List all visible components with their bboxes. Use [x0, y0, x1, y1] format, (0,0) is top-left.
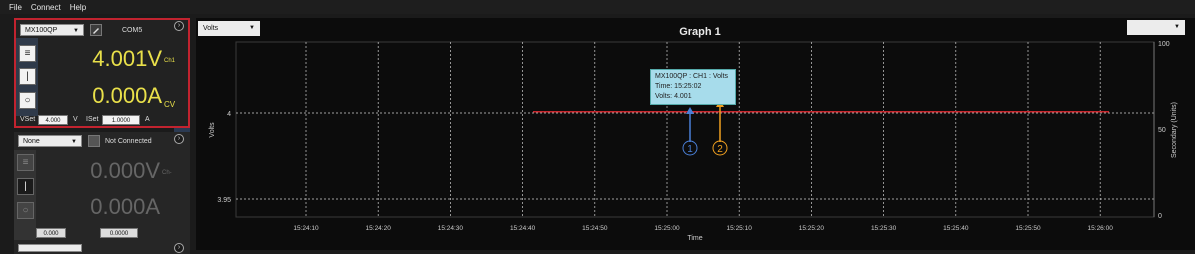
y2tick-100: 100 — [1158, 41, 1170, 48]
ytick-395: 3.95 — [217, 197, 231, 204]
y2tick-0: 0 — [1158, 213, 1162, 220]
xtick-label: 15:24:10 — [293, 225, 319, 232]
x-axis-label: Time — [687, 235, 702, 242]
xtick-label: 15:26:00 — [1088, 225, 1114, 232]
data-point-tooltip: MX100QP : CH1 : Volts Time: 15:25:02 Vol… — [650, 69, 736, 105]
y2-axis-label: Secondary (Units) — [1171, 102, 1178, 158]
y-axis-label: Volts — [209, 122, 216, 138]
tooltip-line-3: Volts: 4.001 — [655, 93, 692, 100]
xtick-label: 15:24:20 — [366, 225, 392, 232]
tooltip-line-2: Time: 15:25:02 — [655, 83, 702, 90]
y2tick-50: 50 — [1158, 127, 1166, 134]
xtick-label: 15:24:50 — [582, 225, 608, 232]
xtick-label: 15:25:20 — [799, 225, 825, 232]
xtick-label: 15:25:40 — [943, 225, 969, 232]
xtick-label: 15:25:00 — [654, 225, 680, 232]
xtick-label: 15:25:10 — [727, 225, 753, 232]
xtick-label: 15:24:40 — [510, 225, 536, 232]
tooltip-line-1: MX100QP : CH1 : Volts — [655, 73, 729, 80]
annotation-1-label: 1 — [687, 144, 693, 155]
annotation-2-label: 2 — [717, 144, 723, 155]
xtick-label: 15:25:30 — [871, 225, 897, 232]
ytick-4: 4 — [227, 111, 231, 118]
xtick-label: 15:24:30 — [438, 225, 464, 232]
annotation-1-arrowhead — [686, 107, 694, 114]
graph-svg: 4 3.95 Volts 100 50 0 Secondary (Units) … — [209, 41, 1178, 242]
xtick-label: 15:25:50 — [1015, 225, 1041, 232]
